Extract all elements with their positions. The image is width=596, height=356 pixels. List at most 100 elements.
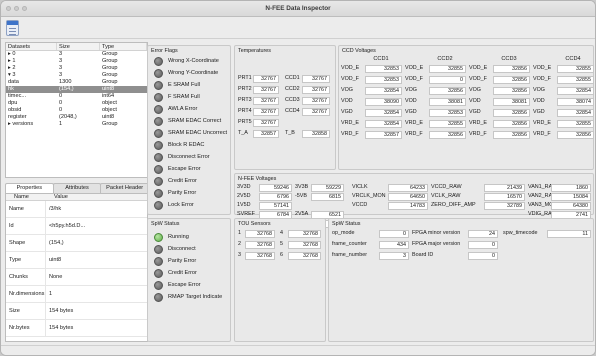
column-header-size[interactable]: Size [57, 43, 100, 50]
error-flag-item: Wrong X-Coordinate [154, 56, 219, 66]
nfee-voltage-value: 64650 [388, 193, 428, 201]
temperatures-panel: Temperatures PRT1 32767 CCD1 32767 PRT2 32767… [234, 45, 336, 170]
tree-row[interactable]: timec... 0 int64 [6, 93, 147, 100]
temperature-label: T_A [238, 130, 248, 136]
toolbar [1, 17, 595, 39]
ccd-voltage-value: 38081 [429, 97, 466, 106]
tree-row[interactable]: hk (154,) uint8 [6, 86, 147, 93]
tree-row[interactable]: obsid 0 object [6, 107, 147, 114]
property-value: (154,) [49, 240, 64, 246]
error-flag-label: Block R EDAC [168, 142, 205, 148]
property-row[interactable]: Nr.bytes 154 bytes [6, 319, 147, 337]
ccd-voltage-label: VRD_E [469, 120, 487, 126]
tab-properties[interactable]: Properties [5, 183, 54, 193]
column-header-value[interactable]: Value [46, 194, 68, 200]
spw-status-flags-title: SpW Status [151, 221, 180, 227]
nfee-voltage-value: 6796 [259, 193, 292, 201]
tou-sensor-value: 32768 [245, 229, 275, 238]
ccd-voltage-label: VRD_E [341, 120, 359, 126]
tree-row-size: 3 [59, 65, 63, 71]
status-led-icon [154, 128, 163, 138]
spw-status-panel: SpW Status op_mode 0 FPGA minor version 24 s… [328, 218, 594, 342]
temperature-label: CCD3 [285, 97, 300, 103]
tab-packet-header[interactable]: Packet Header [100, 183, 150, 193]
nfee-voltage-label: 3V3B [295, 184, 309, 190]
tree-row[interactable]: ▸ versions 1 Group [6, 121, 147, 128]
column-header-type[interactable]: Type [100, 43, 147, 50]
property-row[interactable]: Name/3/hk [6, 200, 147, 218]
property-name: Name [6, 200, 46, 218]
tree-row-type: int64 [102, 93, 115, 99]
tree-row[interactable]: dpu 0 object [6, 100, 147, 107]
error-flag-item: SRAM EDAC Correct [154, 116, 221, 126]
property-value: 1 [49, 291, 53, 297]
ccd-column-header: CCD1 [373, 56, 389, 62]
tree-row-type: Group [102, 65, 118, 71]
ccd-voltages-title: CCD Voltages [342, 48, 376, 54]
tree-row[interactable]: ▸ 2 3 Group [6, 65, 147, 72]
status-led-icon [154, 152, 163, 162]
ccd-voltage-value: 32853 [365, 75, 402, 84]
ccd-voltage-label: VOG [341, 87, 353, 93]
datasets-rows: ▸ 0 3 Group ▸ 1 3 Group ▸ 2 3 Group ▾ 3 3 Group dat… [6, 51, 147, 128]
property-row[interactable]: Nr.dimensions 1 [6, 285, 147, 303]
ccd-voltage-value: 32856 [429, 130, 466, 139]
tree-row[interactable]: ▾ 3 3 Group [6, 72, 147, 79]
ccd-voltage-value: 32856 [493, 64, 530, 73]
property-name: Nr.bytes [6, 319, 46, 337]
spw-field-value: 24 [468, 229, 498, 238]
spw-status-title: SpW Status [332, 221, 361, 227]
ccd-voltage-label: VOG [469, 87, 481, 93]
error-flag-item: Wrong Y-Coordinate [154, 68, 218, 78]
window-title: N-FEE Data Inspector [265, 5, 331, 12]
tree-row-name: ▸ versions [8, 121, 34, 127]
spw-flag-item: Credit Error [154, 268, 197, 278]
error-flag-item: Escape Error [154, 164, 201, 174]
ccd-voltage-label: VOD [341, 98, 353, 104]
ccd-voltage-label: VOD_E [405, 65, 424, 71]
tree-row-type: uint8 [102, 114, 115, 120]
column-header-datasets[interactable]: Datasets [6, 43, 57, 50]
ccd-voltage-label: VGD [533, 109, 545, 115]
ccd-voltage-label: VRD_F [533, 131, 551, 137]
temperature-label: PRT3 [238, 97, 252, 103]
property-row[interactable]: Size 154 bytes [6, 302, 147, 320]
tree-row-name: hk [8, 86, 14, 92]
property-name: Size [6, 302, 46, 320]
column-header-name[interactable]: Name [6, 194, 46, 200]
tree-row[interactable]: register (2048,) uint8 [6, 114, 147, 121]
property-row[interactable]: Shape (154,) [6, 234, 147, 252]
tree-row-name: ▸ 0 [8, 51, 16, 57]
nfee-voltage-value: 59246 [259, 184, 292, 192]
nfee-voltage-label: ZERO_DIFF_AMP [431, 202, 476, 208]
ccd-voltage-value: 32856 [493, 108, 530, 117]
ccd-voltage-label: VOG [405, 87, 417, 93]
tab-attributes[interactable]: Attributes [52, 183, 102, 193]
ccd-column-header: CCD4 [565, 56, 581, 62]
tree-row[interactable]: ▸ 0 3 Group [6, 51, 147, 58]
property-row[interactable]: Id <h5py.h5d.D... [6, 217, 147, 235]
tree-row-name: ▸ 1 [8, 58, 16, 64]
property-row[interactable]: Type uint8 [6, 251, 147, 269]
tree-row[interactable]: data 1300 Group [6, 79, 147, 86]
tou-sensor-value: 32768 [288, 240, 321, 249]
ccd-voltage-label: VRD_F [405, 131, 423, 137]
temperature-label: PRT5 [238, 119, 252, 125]
ccd-voltages-panel: CCD Voltages CCD1 CCD2 CCD3 CCD4 VOD_E 32853 V… [338, 45, 594, 170]
temperature-value: 32767 [253, 96, 279, 105]
status-led-icon [154, 56, 163, 66]
datasets-tree[interactable]: Datasets Size Type ▸ 0 3 Group ▸ 1 3 Group ▸ 2… [5, 42, 148, 178]
property-row[interactable]: Chunks None [6, 268, 147, 286]
ccd-voltage-value: 32855 [429, 64, 466, 73]
error-flag-item: Lock Error [154, 200, 194, 210]
error-flags-title: Error Flags [151, 48, 178, 54]
spw-flag-label: Disconnect [168, 246, 196, 252]
property-name: Chunks [6, 268, 46, 286]
tree-row[interactable]: ▸ 1 3 Group [6, 58, 147, 65]
spw-field-label: FPGA major version [412, 241, 461, 247]
document-inspector-icon[interactable] [6, 20, 19, 36]
spw-field-label: spw_timecode [503, 230, 538, 236]
property-name: Type [6, 251, 46, 269]
spw-flag-item: Running [154, 232, 189, 242]
status-led-icon [154, 256, 163, 266]
